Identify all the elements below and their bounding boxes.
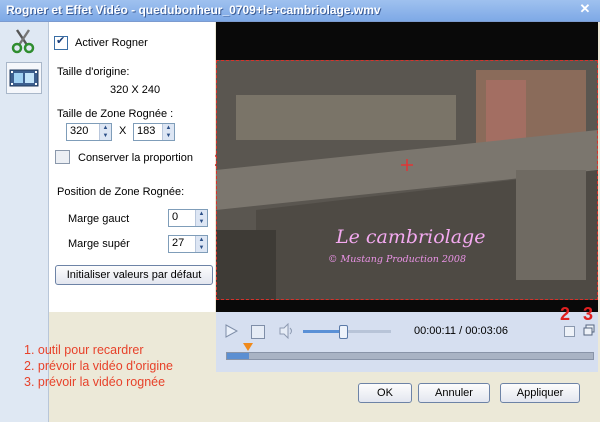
time-separator: / xyxy=(459,325,463,337)
times-sign: X xyxy=(119,125,127,137)
chevron-down-icon[interactable]: ▼ xyxy=(196,218,207,226)
chevron-up-icon[interactable]: ▲ xyxy=(196,210,207,218)
margin-left-label: Marge gauct xyxy=(68,213,130,225)
stop-icon[interactable] xyxy=(251,325,265,339)
crop-tool-button[interactable] xyxy=(6,26,40,56)
time-total: 00:03:06 xyxy=(465,325,509,337)
margin-top-label: Marge supér xyxy=(68,238,130,250)
close-icon[interactable]: ✕ xyxy=(578,2,592,16)
scissors-icon xyxy=(11,29,35,54)
preview-original-button[interactable] xyxy=(564,326,575,337)
dialog-button-bar: OK Annuler Appliquer xyxy=(216,372,598,422)
reset-defaults-button[interactable]: Initialiser valeurs par défaut xyxy=(55,265,213,285)
margin-top-stepper[interactable]: 27 ▲ ▼ xyxy=(168,235,208,253)
legend-line-1: 1. outil pour recardrer xyxy=(24,343,144,357)
video-preview: Le cambriolage © Mustang Production 2008 xyxy=(216,22,598,312)
margin-left-value: 0 xyxy=(172,211,179,223)
chevron-up-icon[interactable]: ▲ xyxy=(100,124,111,132)
crop-height-stepper[interactable]: 183 ▲ ▼ xyxy=(133,123,175,141)
enable-crop-label: Activer Rogner xyxy=(75,37,148,49)
playhead-icon[interactable] xyxy=(243,343,253,351)
position-label: Position de Zone Rognée: xyxy=(57,186,185,198)
crop-settings-panel: Activer Rogner Taille d'origine: 320 X 2… xyxy=(49,22,215,312)
volume-knob[interactable] xyxy=(338,325,348,339)
volume-fill xyxy=(303,330,343,333)
margin-left-stepper[interactable]: 0 ▲ ▼ xyxy=(168,209,208,227)
crop-width-stepper[interactable]: 320 ▲ ▼ xyxy=(66,123,112,141)
keep-ratio-label: Conserver la proportion xyxy=(78,152,193,164)
window-title: Rogner et Effet Vidéo - quedubonheur_070… xyxy=(6,3,381,17)
original-size-label: Taille d'origine: xyxy=(57,66,130,78)
time-current: 00:00:11 xyxy=(414,325,457,337)
legend-line-2: 2. prévoir la vidéo d'origine xyxy=(24,359,173,373)
width-spin-buttons[interactable]: ▲ ▼ xyxy=(99,124,111,140)
apply-button[interactable]: Appliquer xyxy=(500,383,580,403)
crop-height-value: 183 xyxy=(137,125,156,137)
annotation-marker-2: 2 xyxy=(560,304,571,324)
chevron-down-icon[interactable]: ▼ xyxy=(163,132,174,140)
legend-line-3: 3. prévoir la vidéo rognée xyxy=(24,375,166,389)
original-size-value: 320 X 240 xyxy=(110,84,161,96)
annotation-marker-3: 3 xyxy=(583,304,594,324)
chevron-down-icon[interactable]: ▼ xyxy=(100,132,111,140)
timeline-track[interactable] xyxy=(226,352,594,360)
enable-crop-checkbox[interactable] xyxy=(54,34,68,50)
playback-time: 00:00:11 / 00:03:06 xyxy=(414,325,508,337)
chevron-up-icon[interactable]: ▲ xyxy=(196,236,207,244)
volume-slider[interactable] xyxy=(303,325,391,339)
crop-width-value: 320 xyxy=(70,125,89,137)
margin-left-spin-buttons[interactable]: ▲ ▼ xyxy=(195,210,207,226)
timeline-progress xyxy=(227,353,249,359)
chevron-up-icon[interactable]: ▲ xyxy=(163,124,174,132)
chevron-down-icon[interactable]: ▼ xyxy=(196,244,207,252)
margin-top-value: 27 xyxy=(172,237,185,249)
crop-area-frame[interactable] xyxy=(216,60,598,300)
ok-button[interactable]: OK xyxy=(358,383,412,403)
effect-tool-button[interactable] xyxy=(6,62,42,94)
speaker-icon[interactable] xyxy=(278,323,296,339)
margin-top-spin-buttons[interactable]: ▲ ▼ xyxy=(195,236,207,252)
preview-cropped-button[interactable] xyxy=(583,324,595,336)
play-icon[interactable] xyxy=(224,324,238,338)
zone-size-label: Taille de Zone Rognée : xyxy=(57,108,174,120)
height-spin-buttons[interactable]: ▲ ▼ xyxy=(162,124,174,140)
keep-ratio-checkbox[interactable] xyxy=(55,150,70,164)
playback-controls: 00:00:11 / 00:03:06 xyxy=(216,312,598,372)
cancel-button[interactable]: Annuler xyxy=(418,383,490,403)
title-bar: Rogner et Effet Vidéo - quedubonheur_070… xyxy=(0,0,600,22)
film-icon xyxy=(9,69,39,87)
